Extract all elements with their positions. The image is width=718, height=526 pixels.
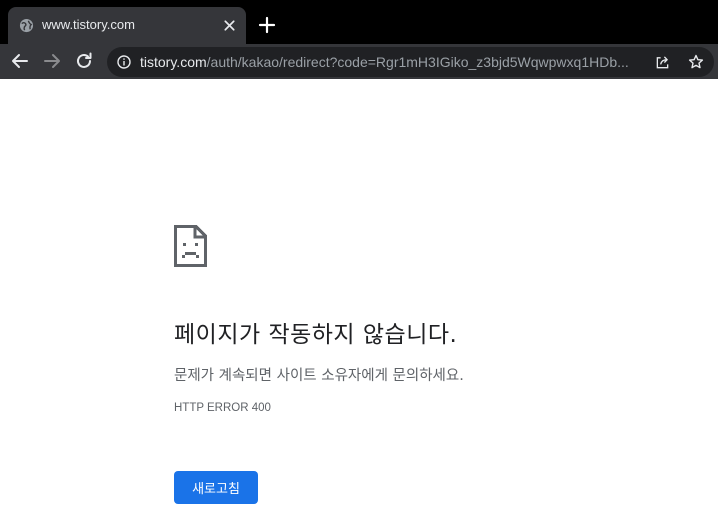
address-bar[interactable]: tistory.com/auth/kakao/redirect?code=Rgr…	[107, 47, 714, 77]
share-icon[interactable]	[655, 55, 670, 70]
error-message: 문제가 계속되면 사이트 소유자에게 문의하세요.	[174, 368, 464, 384]
url-host: tistory.com	[140, 55, 207, 70]
globe-icon	[19, 18, 34, 33]
arrow-left-icon[interactable]	[9, 50, 31, 72]
tab-title: www.tistory.com	[42, 17, 135, 32]
star-icon[interactable]	[688, 54, 704, 70]
plus-icon[interactable]	[258, 16, 276, 34]
info-icon[interactable]	[117, 55, 131, 69]
reload-icon[interactable]	[73, 50, 95, 72]
tab-strip: www.tistory.com	[0, 0, 718, 44]
error-page: 페이지가 작동하지 않습니다. 문제가 계속되면 사이트 소유자에게 문의하세요…	[0, 79, 718, 526]
reload-button[interactable]: 새로고침	[174, 471, 258, 504]
close-icon[interactable]	[222, 18, 237, 33]
url-path: /auth/kakao/redirect?code=Rgr1mH3IGiko_z…	[206, 55, 629, 70]
tab-active[interactable]: www.tistory.com	[8, 7, 246, 44]
arrow-right-icon[interactable]	[41, 50, 63, 72]
sad-page-icon	[174, 225, 207, 267]
toolbar: tistory.com/auth/kakao/redirect?code=Rgr…	[0, 44, 718, 79]
error-heading: 페이지가 작동하지 않습니다.	[174, 322, 458, 348]
error-code: HTTP ERROR 400	[174, 402, 271, 414]
url-text[interactable]: tistory.com/auth/kakao/redirect?code=Rgr…	[140, 55, 650, 70]
